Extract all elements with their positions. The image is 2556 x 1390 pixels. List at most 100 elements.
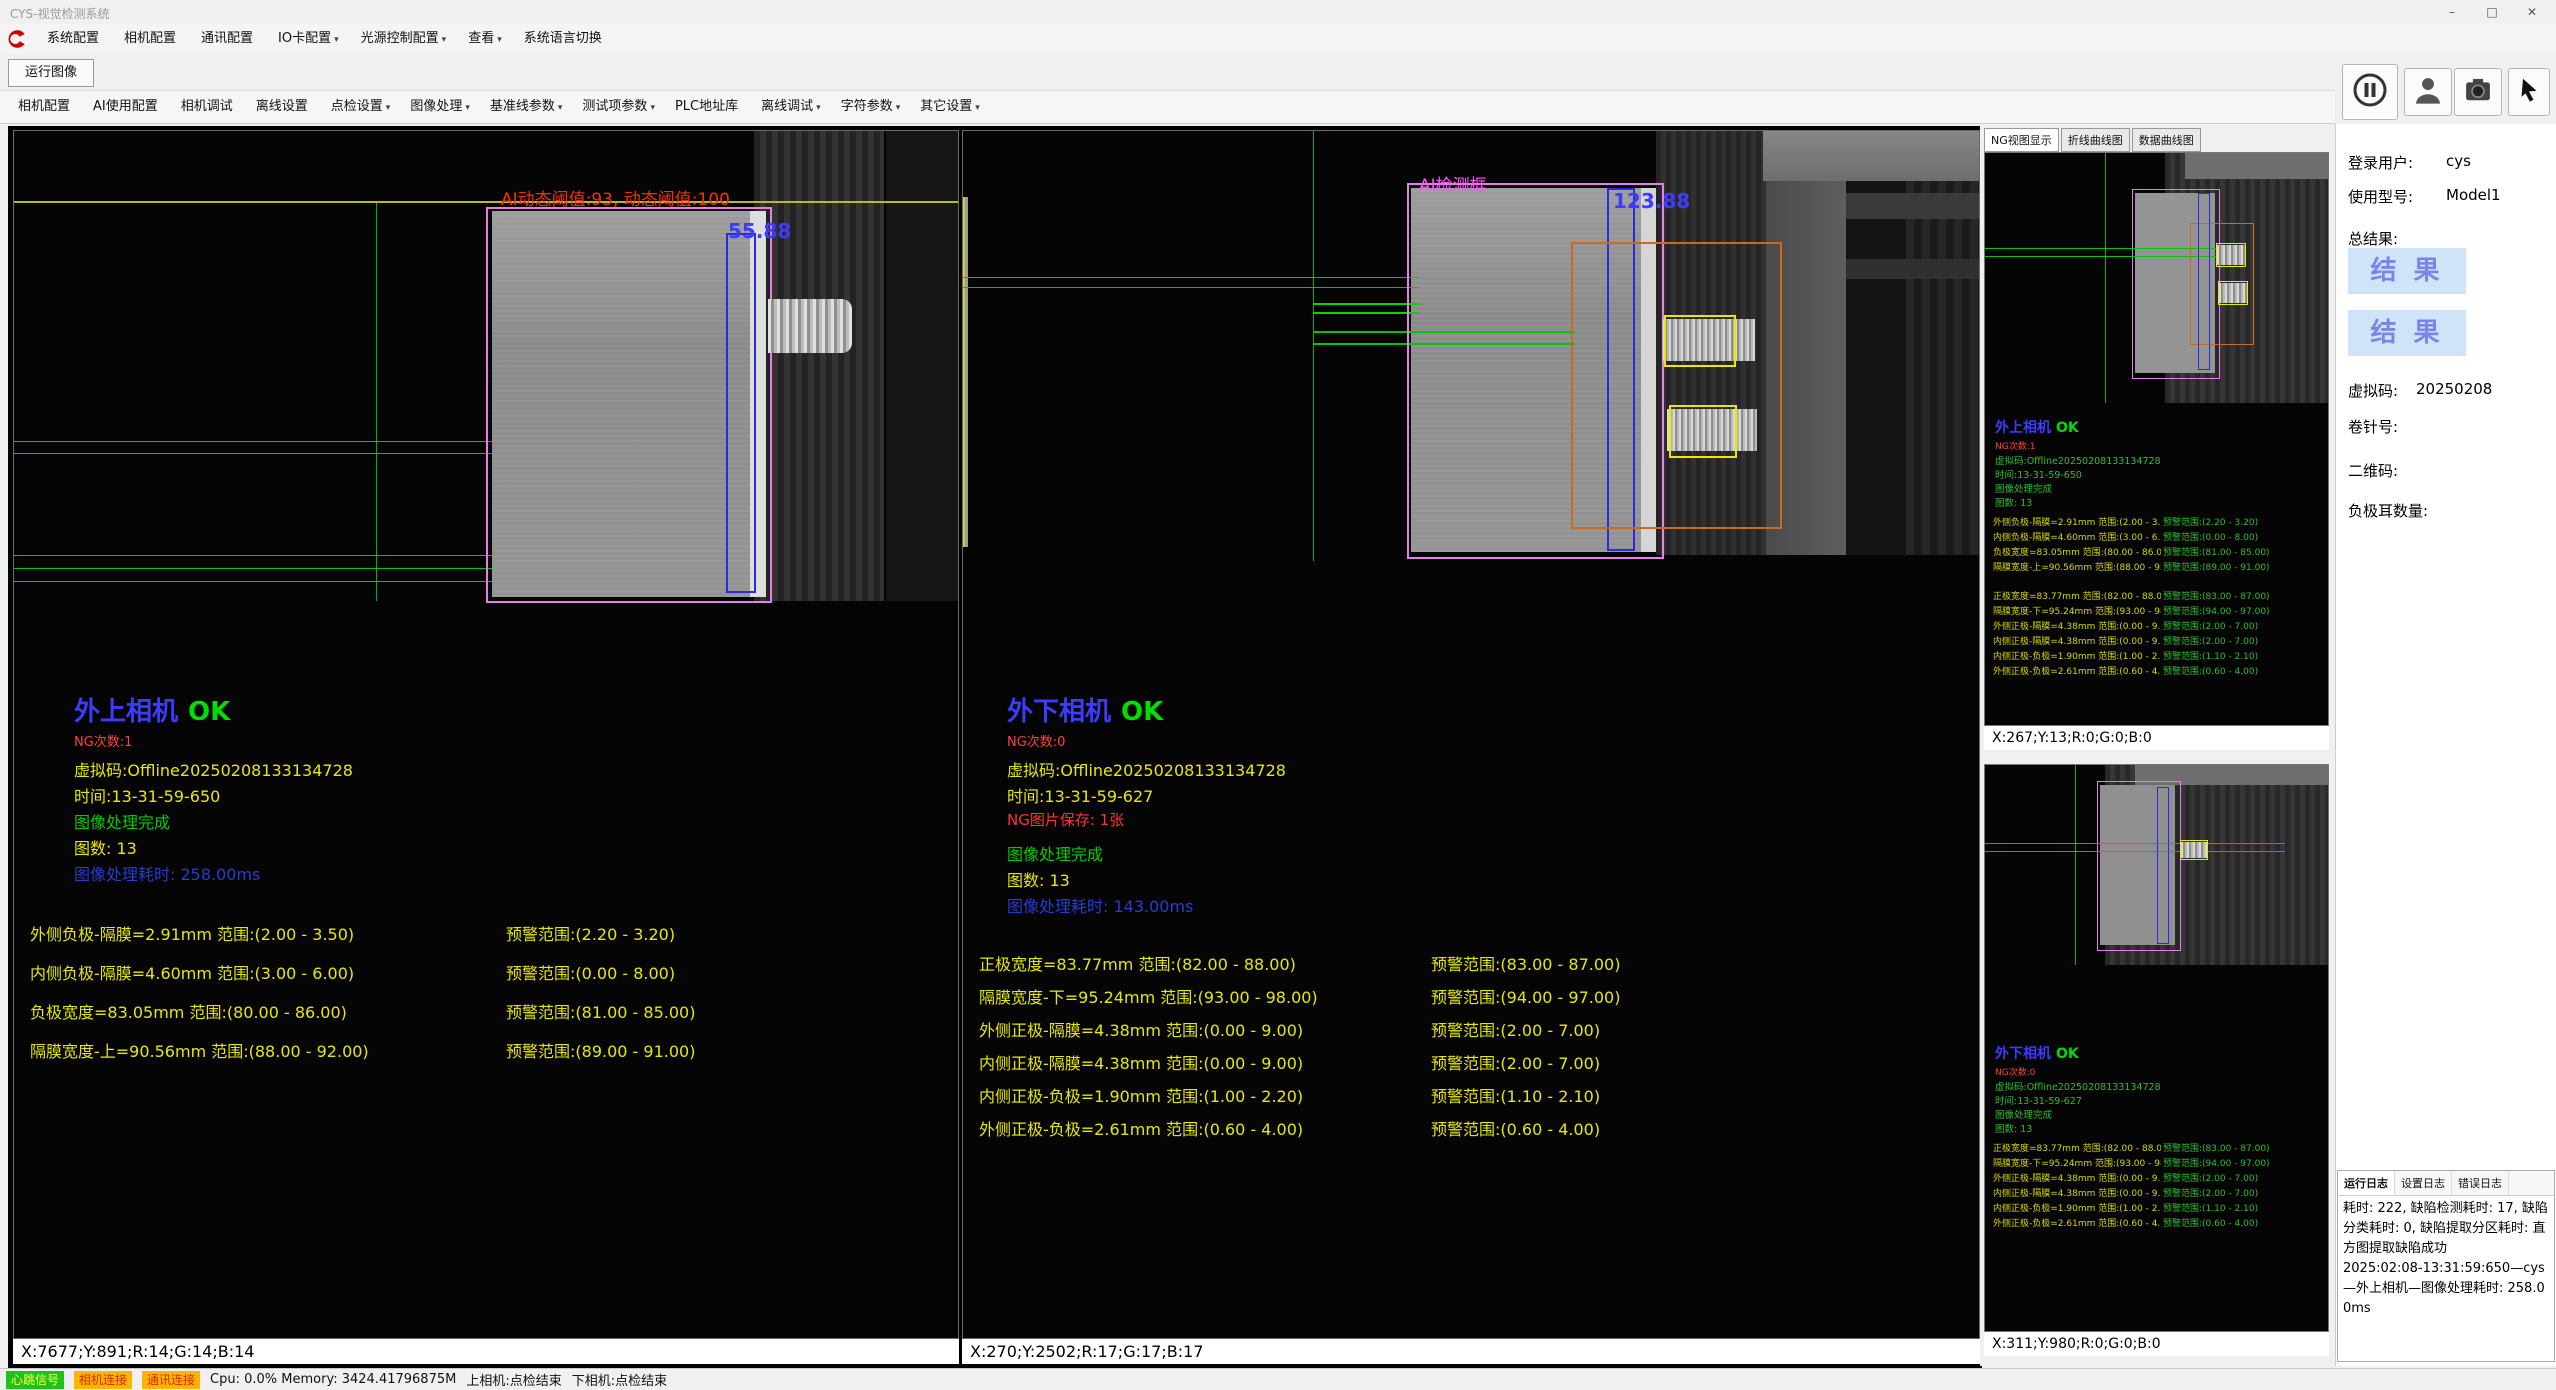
process-done-text: 图像处理完成: [1995, 481, 2052, 495]
user-button[interactable]: [2404, 68, 2452, 116]
reference-line-green: [1313, 131, 1314, 561]
frame-count-text: 图数: 13: [74, 835, 137, 859]
measurement-warn-text: 预警范围:(0.60 - 4.00): [1431, 1116, 1600, 1140]
virtual-code-text: 虚拟码:Offline20250208133134728: [1007, 757, 1286, 781]
menu-item[interactable]: 相机配置: [113, 24, 190, 54]
ng-view-panel-upper[interactable]: 外上相机OK NG次数:1 虚拟码:Offline202502081331347…: [1984, 152, 2329, 726]
toolbar-item[interactable]: 相机配置: [8, 90, 83, 124]
pause-button[interactable]: [2342, 64, 2398, 120]
toolbar-item-label: 点检设置: [331, 99, 383, 114]
toolbar-item[interactable]: AI使用配置: [83, 90, 171, 124]
measurement-text: 外侧正极-负极=2.61mm 范围:(0.60 - 4.00): [1993, 1216, 2161, 1229]
measurement-text: 外侧正极-隔膜=4.38mm 范围:(0.00 - 9.00): [1993, 1171, 2161, 1184]
measurement-warn-text: 预警范围:(2.20 - 3.20): [2163, 515, 2258, 528]
camera-button[interactable]: [2454, 68, 2502, 116]
menu-item[interactable]: 系统配置: [36, 24, 113, 54]
measurement-row: 内侧负极-隔膜=4.60mm 范围:(3.00 - 6.00) 预警范围:(0.…: [1985, 530, 2328, 545]
detection-box-yellow: [2218, 281, 2248, 305]
log-body: 耗时: 222, 缺陷检测耗时: 17, 缺陷分类耗时: 0, 缺陷提取分区耗时…: [2338, 1196, 2554, 1322]
measurement-warn-text: 预警范围:(2.00 - 7.00): [2163, 1171, 2258, 1184]
toolbar-item[interactable]: 离线设置: [246, 90, 321, 124]
tab-run-image[interactable]: 运行图像: [8, 59, 94, 87]
measurement-text: 内侧正极-负极=1.90mm 范围:(1.00 - 2.20): [979, 1083, 1303, 1107]
camera-title: 外上相机OK: [74, 691, 230, 728]
process-done-text: 图像处理完成: [1007, 841, 1103, 865]
ng-view-tab[interactable]: 折线曲线图: [2061, 128, 2130, 152]
ng-save-text: NG图片保存: 1张: [1007, 809, 1124, 830]
menu-item-label: 查看: [468, 31, 494, 46]
close-button[interactable]: ✕: [2512, 0, 2552, 24]
measurement-row: 内侧正极-隔膜=4.38mm 范围:(0.00 - 9.00) 预警范围:(2.…: [963, 1050, 1979, 1083]
machine-texture: [2185, 153, 2328, 179]
toolbar-item[interactable]: 基准线参数▾: [480, 90, 573, 124]
toolbar-item[interactable]: 图像处理▾: [400, 90, 480, 124]
measurement-warn-text: 预警范围:(2.00 - 7.00): [2163, 634, 2258, 647]
reference-line-green: [376, 203, 377, 601]
ng-count-text: NG次数:0: [1007, 731, 1065, 750]
measure-value-text: 123.88: [1613, 189, 1690, 213]
mini-camera-title: 外上相机OK: [1995, 417, 2079, 437]
toolbar-item[interactable]: 其它设置▾: [910, 90, 990, 124]
user-icon: [2411, 73, 2445, 111]
menu-item[interactable]: 光源控制配置▾: [350, 24, 458, 54]
measurement-text: 内侧正极-负极=1.90mm 范围:(1.00 - 2.20): [1993, 649, 2161, 662]
cursor-tool-button[interactable]: [2508, 68, 2550, 116]
toolbar-item[interactable]: 离线调试▾: [751, 90, 831, 124]
toolbar-item[interactable]: 点检设置▾: [321, 90, 401, 124]
toolbar-item[interactable]: PLC地址库: [665, 90, 751, 124]
virtual-code-label: 虚拟码:: [2348, 380, 2398, 401]
log-tab[interactable]: 设置日志: [2395, 1171, 2452, 1195]
menu-item[interactable]: 系统语言切换: [513, 24, 616, 54]
menu-item-label: 相机配置: [124, 31, 176, 46]
measurement-text: 外侧正极-负极=2.61mm 范围:(0.60 - 4.00): [979, 1116, 1303, 1140]
detection-box-yellow: [1664, 315, 1736, 367]
status-bar: 心跳信号 相机连接 通讯连接 Cpu: 0.0% Memory: 3424.41…: [0, 1368, 2556, 1390]
log-tab[interactable]: 错误日志: [2452, 1171, 2509, 1195]
reference-line-yellow: [963, 197, 965, 547]
measurement-text: 外侧负极-隔膜=2.91mm 范围:(2.00 - 3.50): [30, 921, 354, 945]
menu-item[interactable]: IO卡配置▾: [267, 24, 350, 54]
measurement-text: 负极宽度=83.05mm 范围:(80.00 - 86.00): [30, 999, 347, 1023]
measurement-warn-text: 预警范围:(0.60 - 4.00): [2163, 664, 2258, 677]
model-value: Model1: [2446, 186, 2501, 204]
menubar: 系统配置相机配置通讯配置IO卡配置▾光源控制配置▾查看▾系统语言切换: [0, 24, 2556, 54]
detection-box-yellow: [2216, 243, 2246, 267]
cursor-icon: [2514, 75, 2544, 109]
right-camera-view[interactable]: AI检测框 123.88 外下相机OK NG次数:0 虚拟码:Offline20…: [962, 130, 1980, 1339]
chevron-down-icon: ▾: [442, 35, 447, 45]
log-tab[interactable]: 运行日志: [2338, 1171, 2395, 1195]
negative-tab-count-label: 负极耳数量:: [2348, 500, 2428, 521]
chevron-down-icon: ▾: [334, 35, 339, 45]
toolbar-item[interactable]: 测试项参数▾: [572, 90, 665, 124]
time-text: 时间:13-31-59-650: [1995, 467, 2082, 481]
toolbar-item[interactable]: 相机调试: [171, 90, 246, 124]
measurement-warn-text: 预警范围:(2.00 - 7.00): [1431, 1050, 1600, 1074]
ng-view-panel-lower[interactable]: 外下相机OK NG次数:0 虚拟码:Offline202502081331347…: [1984, 764, 2329, 1332]
camera-name: 外上相机: [74, 697, 178, 727]
right-pixel-readout: X:270;Y:2502;R:17;G:17;B:17: [962, 1339, 1980, 1364]
measurement-text: 隔膜宽度-上=90.56mm 范围:(88.00 - 92.00): [30, 1038, 369, 1062]
measurement-warn-text: 预警范围:(89.00 - 91.00): [2163, 560, 2270, 573]
mini-camera-title: 外下相机OK: [1995, 1043, 2079, 1063]
measurement-text: 内侧正极-隔膜=4.38mm 范围:(0.00 - 9.00): [1993, 634, 2161, 647]
maximize-button[interactable]: □: [2472, 0, 2512, 24]
menu-item-label: 通讯配置: [201, 31, 253, 46]
menu-item[interactable]: 通讯配置: [190, 24, 267, 54]
measurement-row: 隔膜宽度-上=90.56mm 范围:(88.00 - 92.00) 预警范围:(…: [14, 1038, 958, 1077]
measurement-warn-text: 预警范围:(1.10 - 2.10): [1431, 1083, 1600, 1107]
measure-box-blue: [2198, 193, 2210, 370]
measurement-row: 外侧正极-隔膜=4.38mm 范围:(0.00 - 9.00) 预警范围:(2.…: [963, 1017, 1979, 1050]
measure-box-blue: [2157, 787, 2169, 944]
toolbar-item-label: 图像处理: [410, 99, 462, 114]
camera-ok-status: OK: [2056, 1046, 2079, 1062]
ng-view-tab[interactable]: NG视图显示: [1984, 128, 2059, 152]
ng-view-tab[interactable]: 数据曲线图: [2132, 128, 2201, 152]
time-text: 时间:13-31-59-627: [1995, 1093, 2082, 1107]
left-camera-view[interactable]: AI动态阈值:93, 动态阈值:100 55.88 外上相机OK NG次数:1 …: [13, 130, 959, 1339]
toolbar-item[interactable]: 字符参数▾: [831, 90, 911, 124]
menu-item[interactable]: 查看▾: [457, 24, 513, 54]
lower-camera-status-text: 下相机:点检结束: [572, 1370, 667, 1389]
menu-item-label: 系统配置: [47, 31, 99, 46]
measurement-warn-text: 预警范围:(83.00 - 87.00): [1431, 951, 1620, 975]
minimize-button[interactable]: –: [2432, 0, 2472, 24]
